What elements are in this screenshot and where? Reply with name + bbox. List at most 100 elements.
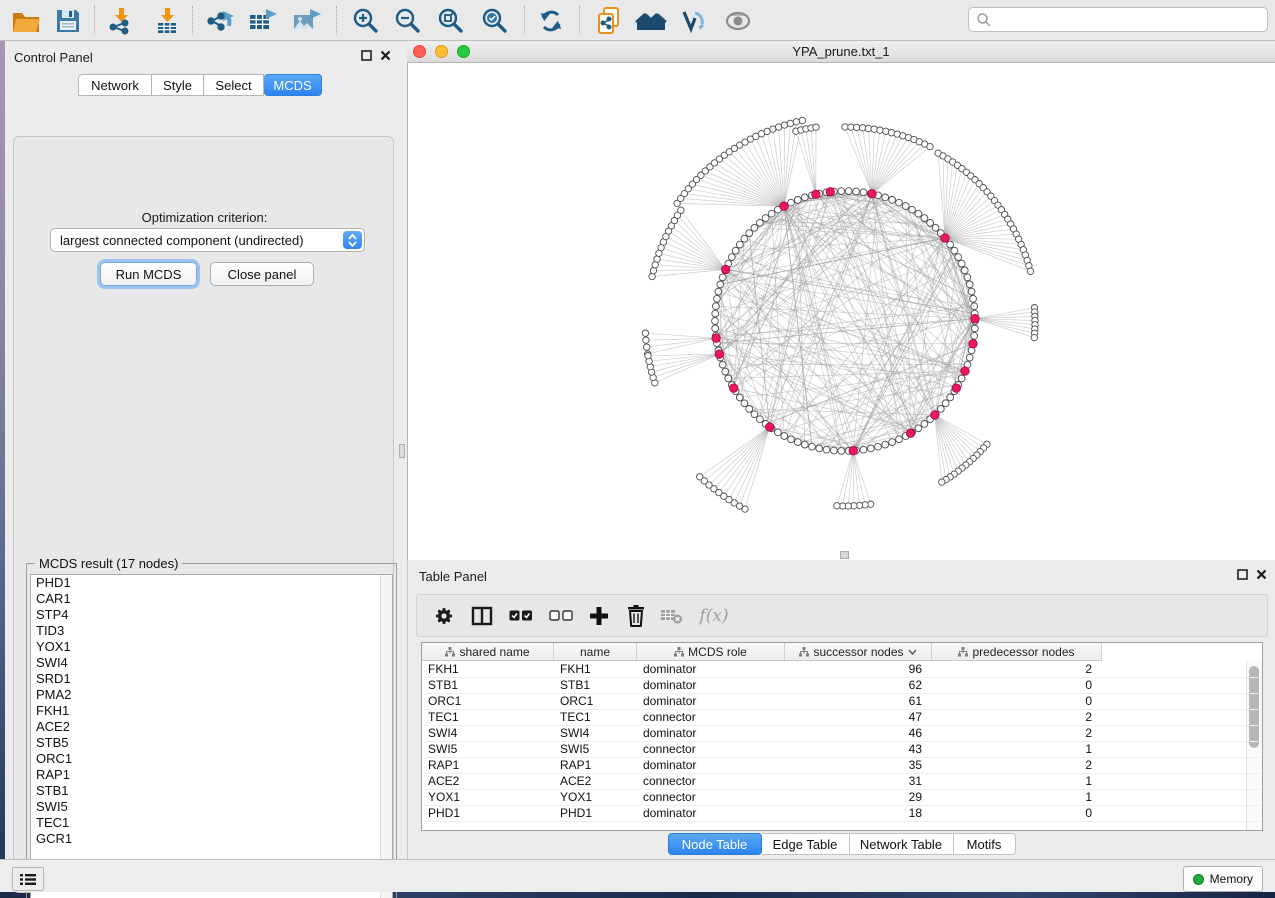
network-node[interactable]	[736, 241, 743, 248]
add-column-icon[interactable]	[584, 602, 614, 630]
network-node[interactable]	[799, 117, 805, 123]
network-node[interactable]	[712, 303, 719, 310]
mcds-hub-node[interactable]	[722, 265, 730, 273]
task-history-button[interactable]	[12, 867, 44, 891]
network-node[interactable]	[896, 436, 903, 443]
network-node[interactable]	[757, 219, 764, 226]
tab-select[interactable]: Select	[204, 74, 264, 96]
mcds-hub-node[interactable]	[826, 188, 834, 196]
network-node[interactable]	[741, 400, 748, 407]
network-node[interactable]	[712, 318, 719, 325]
network-node[interactable]	[968, 288, 975, 295]
network-node[interactable]	[853, 188, 860, 195]
mcds-hub-node[interactable]	[849, 447, 857, 455]
network-node[interactable]	[902, 203, 909, 210]
network-node[interactable]	[1031, 334, 1037, 340]
float-table-panel-icon[interactable]	[1236, 568, 1249, 581]
column-header-shared-name[interactable]: shared name	[422, 643, 554, 661]
network-node[interactable]	[964, 274, 971, 281]
network-node[interactable]	[937, 406, 944, 413]
network-node[interactable]	[838, 448, 845, 455]
export-table-icon[interactable]	[245, 4, 281, 37]
mcds-result-list[interactable]: PHD1CAR1STP4TID3YOX1SWI4SRD1PMA2FKH1ACE2…	[30, 574, 393, 898]
network-node[interactable]	[788, 436, 795, 443]
close-panel-button[interactable]: Close panel	[210, 262, 314, 286]
tab-network-table[interactable]: Network Table	[850, 833, 954, 855]
network-node[interactable]	[889, 197, 896, 204]
search-input[interactable]	[996, 12, 1267, 28]
network-node[interactable]	[958, 260, 965, 267]
tab-style[interactable]: Style	[152, 74, 204, 96]
table-row-YOX1[interactable]: YOX1YOX1connector291	[422, 789, 1262, 806]
table-row-ACE2[interactable]: ACE2ACE2connector311	[422, 773, 1262, 790]
mcds-hub-node[interactable]	[712, 334, 720, 342]
memory-button[interactable]: Memory	[1183, 866, 1263, 892]
export-image-icon[interactable]	[289, 4, 325, 37]
criterion-dropdown[interactable]: largest connected component (undirected)	[50, 228, 365, 252]
list-scrollbar[interactable]	[380, 575, 392, 898]
mcds-hub-node[interactable]	[715, 350, 723, 358]
network-node[interactable]	[882, 441, 889, 448]
network-node[interactable]	[955, 254, 962, 261]
network-node[interactable]	[809, 443, 816, 450]
mcds-result-item[interactable]: SWI4	[31, 655, 392, 671]
mcds-hub-node[interactable]	[952, 384, 960, 392]
deselect-all-icon[interactable]	[546, 602, 576, 630]
network-node[interactable]	[781, 433, 788, 440]
network-node[interactable]	[971, 325, 978, 332]
network-node[interactable]	[860, 189, 867, 196]
zoom-selected-icon[interactable]	[477, 4, 513, 37]
mcds-result-item[interactable]: RAP1	[31, 767, 392, 783]
mcds-result-item[interactable]: STB1	[31, 783, 392, 799]
network-node[interactable]	[871, 126, 877, 132]
horizontal-splitter-handle[interactable]	[840, 551, 849, 559]
mcds-result-item[interactable]: PMA2	[31, 687, 392, 703]
network-node[interactable]	[722, 368, 729, 375]
export-network-icon[interactable]	[203, 4, 239, 37]
network-node[interactable]	[971, 303, 978, 310]
network-node[interactable]	[728, 254, 735, 261]
mcds-hub-node[interactable]	[730, 384, 738, 392]
network-node[interactable]	[746, 230, 753, 237]
network-node[interactable]	[921, 215, 928, 222]
table-row-TEC1[interactable]: TEC1TEC1connector472	[422, 709, 1262, 726]
network-node[interactable]	[875, 443, 882, 450]
mcds-result-item[interactable]: TEC1	[31, 815, 392, 831]
vertical-splitter-handle[interactable]	[399, 444, 405, 458]
network-node[interactable]	[927, 219, 934, 226]
network-node[interactable]	[947, 241, 954, 248]
network-node[interactable]	[645, 353, 651, 359]
mcds-hub-node[interactable]	[941, 234, 949, 242]
import-table-icon[interactable]	[149, 4, 185, 37]
network-node[interactable]	[958, 375, 965, 382]
mcds-result-item[interactable]: PHD1	[31, 575, 392, 591]
network-node[interactable]	[697, 474, 703, 480]
network-node[interactable]	[889, 439, 896, 446]
mcds-hub-node[interactable]	[780, 202, 788, 210]
network-node[interactable]	[961, 267, 968, 274]
network-node[interactable]	[717, 281, 724, 288]
column-header-name[interactable]: name	[554, 643, 637, 661]
network-titlebar[interactable]: YPA_prune.txt_1	[407, 41, 1275, 63]
network-node[interactable]	[867, 445, 874, 452]
network-node[interactable]	[1027, 268, 1033, 274]
network-node[interactable]	[678, 207, 684, 213]
mcds-hub-node[interactable]	[969, 340, 977, 348]
close-panel-icon[interactable]	[379, 49, 392, 62]
network-node[interactable]	[921, 421, 928, 428]
save-icon[interactable]	[50, 4, 86, 37]
network-node[interactable]	[854, 124, 860, 130]
network-node[interactable]	[896, 199, 903, 206]
zoom-fit-icon[interactable]	[433, 4, 469, 37]
network-node[interactable]	[794, 439, 801, 446]
network-node[interactable]	[942, 400, 949, 407]
home-icon[interactable]	[633, 4, 669, 37]
refresh-icon[interactable]	[533, 4, 569, 37]
mcds-result-item[interactable]: ORC1	[31, 751, 392, 767]
network-node[interactable]	[793, 119, 799, 125]
zoom-in-icon[interactable]	[348, 4, 384, 37]
mcds-hub-node[interactable]	[812, 190, 820, 198]
tab-motifs[interactable]: Motifs	[954, 833, 1016, 855]
network-node[interactable]	[823, 446, 830, 453]
open-folder-icon[interactable]	[8, 4, 44, 37]
